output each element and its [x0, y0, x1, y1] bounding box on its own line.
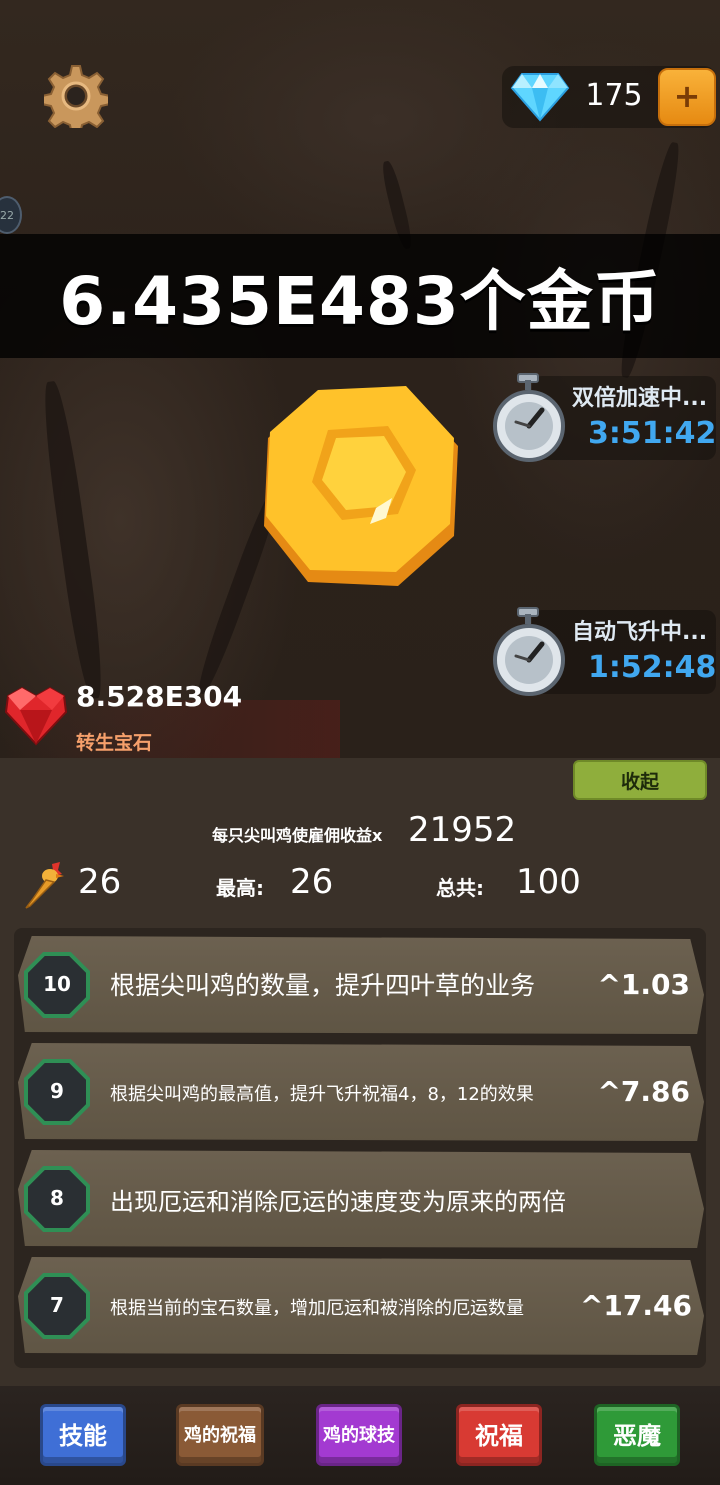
diamond-icon: [510, 73, 570, 122]
rebirth-gem-label: 转生宝石: [76, 732, 153, 754]
tab-skills[interactable]: 技能: [40, 1404, 126, 1466]
tab-chicken-blessing[interactable]: 鸡的祝福: [176, 1404, 264, 1466]
tab-demon[interactable]: 恶魔: [594, 1404, 680, 1466]
double-speed-timer: 双倍加速中... 3:51:42: [492, 372, 716, 464]
skill-value: ^1.03: [597, 968, 690, 1001]
auto-ascend-timer: 自动飞升中... 1:52:48: [492, 606, 716, 698]
tab-blessing[interactable]: 祝福: [456, 1404, 542, 1466]
gold-coin-icon[interactable]: [258, 386, 462, 590]
skill-level: 7: [50, 1293, 64, 1317]
max-value: 26: [290, 862, 334, 902]
heart-gem-icon: [4, 686, 68, 746]
stopwatch-icon: [493, 607, 565, 696]
total-value: 100: [516, 862, 581, 902]
timer-countdown: 1:52:48: [588, 650, 717, 685]
tab-chicken-ball-skills[interactable]: 鸡的球技: [316, 1404, 402, 1466]
multiplier-value: 21952: [408, 810, 517, 850]
level-badge-text: 9: [24, 1059, 90, 1125]
gem-count: 175: [585, 78, 643, 113]
collapse-button[interactable]: 收起: [573, 760, 707, 800]
skill-description: 根据尖叫鸡的最高值，提升飞升祝福4，8，12的效果: [110, 1084, 534, 1105]
skill-description: 根据当前的宝石数量，增加厄运和被消除的厄运数量: [110, 1298, 524, 1319]
skill-description: 根据尖叫鸡的数量，提升四叶草的业务: [110, 971, 536, 1000]
coin-total: 6.435E483个金币: [59, 263, 661, 340]
level-badge-text: 10: [24, 952, 90, 1018]
timer-label: 双倍加速中...: [572, 386, 708, 411]
chicken-count: 26: [78, 862, 122, 902]
skill-level: 10: [43, 972, 71, 996]
max-label: 最高:: [216, 876, 264, 900]
skill-value: ^17.46: [579, 1289, 692, 1322]
stopwatch-icon: [493, 373, 565, 462]
skill-level: 9: [50, 1079, 64, 1103]
timer-countdown: 3:51:42: [588, 416, 717, 451]
buy-gems-button[interactable]: +: [658, 68, 716, 126]
gear-icon[interactable]: [44, 64, 108, 128]
total-label: 总共:: [436, 876, 484, 900]
skill-value: ^7.86: [597, 1075, 690, 1108]
skill-description: 出现厄运和消除厄运的速度变为原来的两倍: [110, 1188, 566, 1216]
multiplier-label: 每只尖叫鸡使雇佣收益x: [212, 826, 383, 845]
level-badge-text: 7: [24, 1273, 90, 1339]
skill-level: 8: [50, 1186, 64, 1210]
level-badge-text: 8: [24, 1166, 90, 1232]
cave-crack: [37, 379, 109, 701]
timer-label: 自动飞升中...: [572, 620, 708, 645]
rebirth-gem-count: 8.528E304: [76, 680, 243, 713]
coin-total-banner: 6.435E483个金币: [0, 234, 720, 358]
rubber-chicken-icon: [25, 862, 64, 909]
